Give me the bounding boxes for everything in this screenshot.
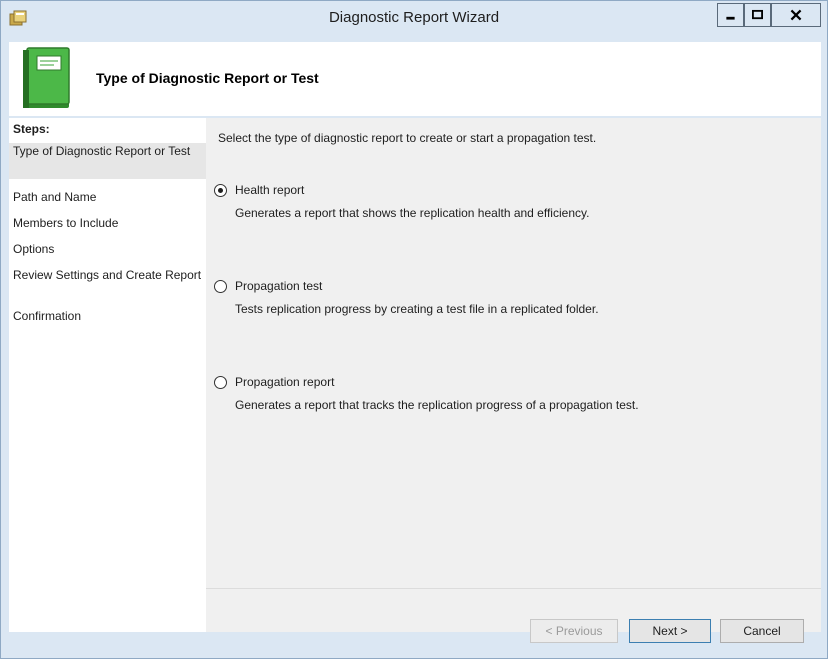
option-label[interactable]: Propagation report bbox=[235, 375, 334, 389]
minimize-icon bbox=[726, 16, 735, 20]
title-bar[interactable]: Diagnostic Report Wizard bbox=[1, 1, 827, 35]
radio-propagation-report[interactable] bbox=[214, 376, 227, 389]
cancel-button[interactable]: Cancel bbox=[720, 619, 804, 643]
step-label: Review Settings and Create Report bbox=[13, 268, 202, 282]
window-title: Diagnostic Report Wizard bbox=[328, 9, 500, 26]
step-options[interactable]: Options bbox=[9, 241, 206, 258]
step-label: Confirmation bbox=[13, 309, 82, 323]
radio-propagation-test[interactable] bbox=[214, 280, 227, 293]
option-description: Generates a report that shows the replic… bbox=[235, 206, 590, 220]
option-description: Tests replication progress by creating a… bbox=[235, 302, 599, 316]
step-label: Members to Include bbox=[13, 216, 119, 230]
green-book-icon bbox=[23, 47, 70, 108]
step-confirmation[interactable]: Confirmation bbox=[9, 308, 206, 325]
step-label: Path and Name bbox=[13, 190, 97, 204]
content-panel: Select the type of diagnostic report to … bbox=[206, 118, 821, 588]
previous-button[interactable]: < Previous bbox=[530, 619, 618, 643]
step-type-of-report[interactable]: Type of Diagnostic Report or Test bbox=[9, 143, 206, 179]
page-title: Type of Diagnostic Report or Test bbox=[96, 70, 319, 86]
steps-panel: Steps: Type of Diagnostic Report or Test… bbox=[9, 118, 206, 632]
step-members-to-include[interactable]: Members to Include bbox=[9, 215, 206, 232]
next-button[interactable]: Next > bbox=[629, 619, 711, 643]
radio-health-report[interactable] bbox=[214, 184, 227, 197]
maximize-button[interactable] bbox=[744, 3, 771, 27]
wizard-window: Diagnostic Report Wizard Type of Diagnos… bbox=[0, 0, 828, 659]
close-button[interactable] bbox=[771, 3, 821, 27]
close-icon bbox=[790, 9, 802, 21]
wizard-header: Type of Diagnostic Report or Test bbox=[9, 42, 821, 116]
radio-selected-dot bbox=[218, 188, 223, 193]
option-label[interactable]: Propagation test bbox=[235, 279, 322, 293]
minimize-button[interactable] bbox=[717, 3, 744, 27]
intro-text: Select the type of diagnostic report to … bbox=[218, 131, 597, 145]
maximize-icon bbox=[752, 9, 763, 20]
step-label: Type of Diagnostic Report or Test bbox=[13, 144, 191, 158]
option-description: Generates a report that tracks the repli… bbox=[235, 398, 639, 412]
step-path-and-name[interactable]: Path and Name bbox=[9, 189, 206, 206]
steps-heading: Steps: bbox=[13, 122, 50, 136]
step-label: Options bbox=[13, 242, 55, 256]
step-review-settings[interactable]: Review Settings and Create Report bbox=[9, 267, 206, 284]
option-label[interactable]: Health report bbox=[235, 183, 304, 197]
